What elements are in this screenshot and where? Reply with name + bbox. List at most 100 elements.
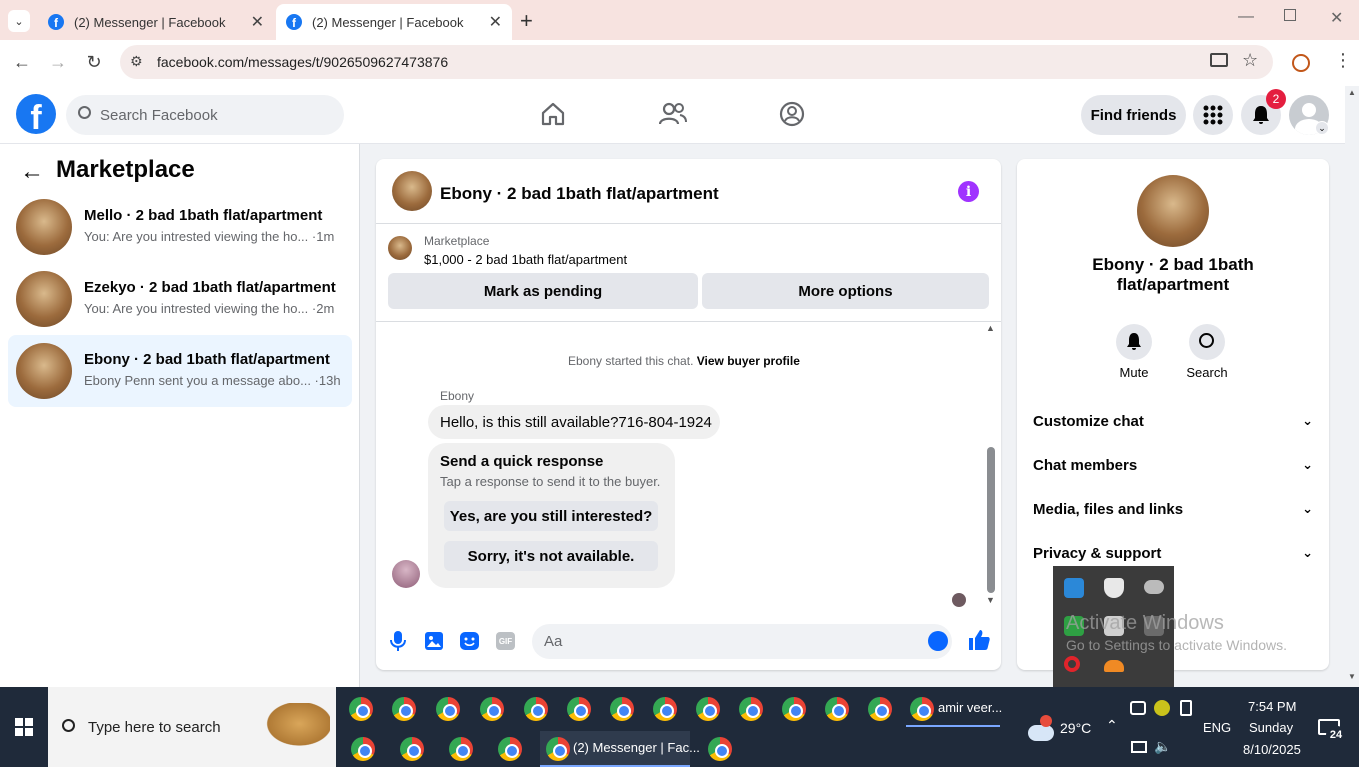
- back-icon[interactable]: ←: [8, 48, 36, 76]
- mute-button[interactable]: [1116, 324, 1152, 360]
- chrome-profile-icon[interactable]: [825, 697, 849, 721]
- install-icon[interactable]: [1210, 53, 1228, 67]
- search-input[interactable]: Search Facebook: [66, 95, 344, 135]
- more-options-button[interactable]: More options: [702, 273, 989, 309]
- language-indicator[interactable]: ENG: [1203, 720, 1231, 735]
- like-icon[interactable]: [968, 629, 990, 651]
- weather-temp[interactable]: 29°C: [1060, 720, 1091, 736]
- info-icon[interactable]: i: [958, 181, 979, 202]
- tab-search-icon[interactable]: ⌄: [8, 10, 30, 32]
- clock-time[interactable]: 7:54 PM: [1248, 699, 1296, 714]
- page-scroll-up-icon[interactable]: ▲: [1348, 88, 1356, 97]
- tray-device-icon[interactable]: [1180, 700, 1192, 716]
- message-bubble[interactable]: Hello, is this still available?716-804-1…: [428, 405, 720, 439]
- tray-app-icon[interactable]: [1064, 578, 1084, 598]
- chrome-profile-icon[interactable]: [392, 697, 416, 721]
- browser-tab-1[interactable]: f (2) Messenger | Facebook ✕: [38, 4, 274, 40]
- chat-listing-thumbnail[interactable]: [392, 171, 432, 211]
- photo-icon[interactable]: [425, 632, 443, 650]
- listing-detail[interactable]: $1,000 - 2 bad 1bath flat/apartment: [424, 252, 627, 267]
- taskbar-app-amir[interactable]: amir veer...: [906, 691, 1002, 727]
- tray-status-icon[interactable]: [1154, 700, 1170, 716]
- onedrive-off-icon[interactable]: [1144, 580, 1164, 594]
- conversation-item-active[interactable]: Ebony · 2 bad 1bath flat/apartment Ebony…: [8, 335, 352, 407]
- microphone-icon[interactable]: [390, 631, 406, 651]
- back-arrow-icon[interactable]: ←: [20, 158, 44, 186]
- restore-icon[interactable]: [1284, 9, 1296, 21]
- chrome-profile-icon[interactable]: [400, 737, 424, 761]
- conversation-item[interactable]: Mello · 2 bad 1bath flat/apartment You: …: [8, 191, 352, 263]
- sender-avatar[interactable]: [392, 560, 420, 588]
- chrome-profile-icon[interactable]: [567, 697, 591, 721]
- details-listing-image[interactable]: [1137, 175, 1209, 247]
- onedrive-icon[interactable]: [1130, 701, 1146, 715]
- chrome-profile-icon[interactable]: [349, 697, 373, 721]
- chrome-profile-icon[interactable]: [868, 697, 892, 721]
- mark-as-pending-button[interactable]: Mark as pending: [388, 273, 698, 309]
- page-scrollbar[interactable]: ▲ ▼: [1345, 86, 1359, 687]
- gif-icon[interactable]: GIF: [496, 632, 515, 650]
- reload-icon[interactable]: ↻: [80, 48, 108, 76]
- close-tab-icon[interactable]: ✕: [251, 12, 264, 32]
- listing-small-thumbnail[interactable]: [388, 236, 412, 260]
- media-files-links-section[interactable]: Media, files and links ⌄: [1033, 501, 1313, 518]
- forward-icon[interactable]: →: [44, 48, 72, 76]
- new-tab-icon[interactable]: +: [520, 8, 533, 34]
- friends-icon[interactable]: [659, 101, 687, 127]
- scroll-up-arrow-icon[interactable]: ▲: [986, 323, 995, 333]
- tray-expand-icon[interactable]: ⌃: [1106, 717, 1118, 734]
- chrome-profile-icon[interactable]: [524, 697, 548, 721]
- quick-response-no-button[interactable]: Sorry, it's not available.: [444, 541, 658, 571]
- chrome-profile-icon[interactable]: [436, 697, 460, 721]
- bookmark-star-icon[interactable]: ☆: [1242, 50, 1258, 71]
- chrome-profile-icon[interactable]: [653, 697, 677, 721]
- chrome-profile-icon[interactable]: [449, 737, 473, 761]
- close-tab-icon[interactable]: ✕: [489, 12, 502, 32]
- security-shield-icon[interactable]: [1104, 578, 1124, 598]
- network-icon[interactable]: [1131, 741, 1147, 753]
- scroll-down-arrow-icon[interactable]: ▼: [986, 595, 995, 605]
- profile-icon[interactable]: [1292, 54, 1310, 72]
- chat-title[interactable]: Ebony · 2 bad 1bath flat/apartment: [440, 184, 719, 204]
- clock-date[interactable]: 8/10/2025: [1243, 742, 1301, 757]
- close-window-icon[interactable]: ✕: [1330, 8, 1343, 28]
- chrome-profile-icon[interactable]: [708, 737, 732, 761]
- message-input[interactable]: Aa: [532, 624, 952, 659]
- facebook-logo[interactable]: f: [16, 94, 56, 134]
- groups-icon[interactable]: [779, 101, 805, 127]
- account-chevron-icon[interactable]: ⌄: [1315, 121, 1329, 135]
- weather-icon[interactable]: [1028, 725, 1054, 741]
- privacy-support-section[interactable]: Privacy & support ⌄: [1033, 545, 1313, 562]
- browser-tab-2[interactable]: f (2) Messenger | Facebook ✕: [276, 4, 512, 40]
- chrome-profile-icon[interactable]: [696, 697, 720, 721]
- clock-day[interactable]: Sunday: [1249, 720, 1293, 735]
- tray-opera-icon[interactable]: [1064, 656, 1080, 672]
- chrome-profile-icon[interactable]: [782, 697, 806, 721]
- search-chat-button[interactable]: [1189, 324, 1225, 360]
- taskbar-search-input[interactable]: Type here to search: [48, 687, 336, 767]
- chat-members-section[interactable]: Chat members ⌄: [1033, 457, 1313, 474]
- menu-grid-button[interactable]: [1193, 95, 1233, 135]
- chat-scrollbar-thumb[interactable]: [987, 447, 995, 593]
- home-icon[interactable]: [540, 101, 566, 127]
- url-field[interactable]: ⚙ facebook.com/messages/t/90265096274738…: [120, 45, 1273, 79]
- page-scroll-down-icon[interactable]: ▼: [1348, 672, 1356, 681]
- chrome-profile-icon[interactable]: [351, 737, 375, 761]
- tray-cloud-icon[interactable]: [1104, 660, 1124, 672]
- quick-response-yes-button[interactable]: Yes, are you still interested?: [444, 501, 658, 531]
- chrome-profile-icon[interactable]: [480, 697, 504, 721]
- conversation-item[interactable]: Ezekyo · 2 bad 1bath flat/apartment You:…: [8, 263, 352, 335]
- menu-icon[interactable]: ⋮: [1334, 50, 1352, 71]
- chrome-profile-icon[interactable]: [498, 737, 522, 761]
- windows-start-icon[interactable]: [15, 718, 33, 736]
- view-buyer-profile-link[interactable]: View buyer profile: [697, 354, 800, 368]
- emoji-icon[interactable]: [928, 631, 948, 651]
- chrome-profile-icon[interactable]: [739, 697, 763, 721]
- taskbar-app-messenger[interactable]: (2) Messenger | Fac...: [540, 731, 700, 767]
- site-info-icon[interactable]: ⚙: [130, 53, 143, 70]
- volume-icon[interactable]: 🔈: [1154, 738, 1171, 755]
- chrome-profile-icon[interactable]: [610, 697, 634, 721]
- sticker-icon[interactable]: [460, 632, 479, 650]
- customize-chat-section[interactable]: Customize chat ⌄: [1033, 413, 1313, 430]
- minimize-icon[interactable]: —: [1238, 8, 1254, 26]
